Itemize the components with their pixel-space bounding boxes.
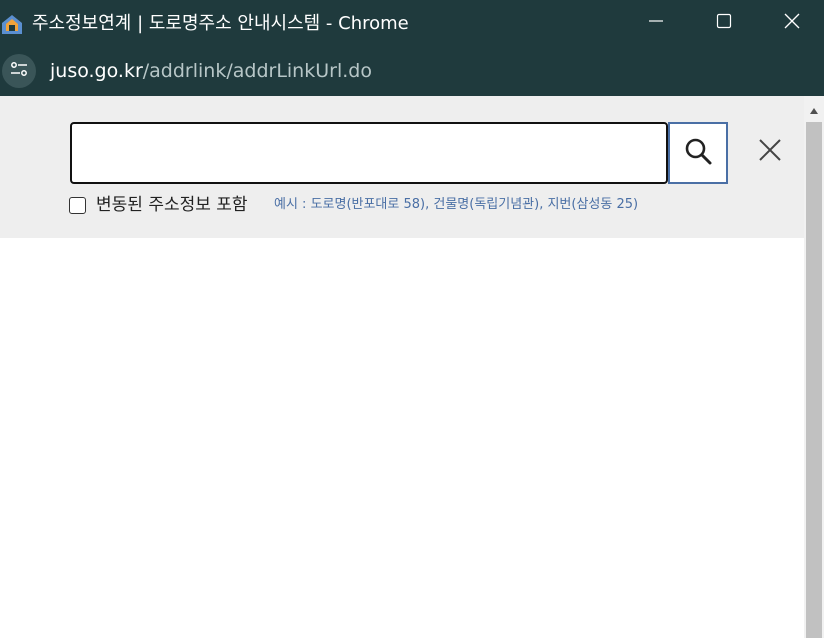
url-host: juso.go.kr xyxy=(50,60,143,82)
maximize-icon xyxy=(716,13,732,33)
close-search-button[interactable] xyxy=(752,134,788,170)
vertical-scrollbar[interactable] xyxy=(804,96,824,638)
include-changed-address-label[interactable]: 변동된 주소정보 포함 xyxy=(96,194,248,216)
search-panel: 변동된 주소정보 포함 예시 : 도로명(반포대로 58), 건물명(독립기념관… xyxy=(0,96,804,238)
close-icon xyxy=(783,12,801,34)
triangle-up-icon xyxy=(809,100,819,119)
url-display[interactable]: juso.go.kr/addrlink/addrLinkUrl.do xyxy=(50,59,372,83)
scrollbar-thumb[interactable] xyxy=(806,122,822,638)
include-changed-address-checkbox[interactable] xyxy=(69,197,86,214)
title-bar: 주소정보연계 | 도로명주소 안내시스템 - Chrome xyxy=(0,0,824,46)
minimize-icon xyxy=(648,13,664,33)
close-window-button[interactable] xyxy=(758,0,824,46)
search-button[interactable] xyxy=(668,122,728,184)
url-path: /addrlink/addrLinkUrl.do xyxy=(142,60,372,82)
page-content: 변동된 주소정보 포함 예시 : 도로명(반포대로 58), 건물명(독립기념관… xyxy=(0,96,824,638)
site-info-button[interactable] xyxy=(2,54,36,88)
search-icon xyxy=(683,136,713,170)
maximize-button[interactable] xyxy=(690,0,758,46)
search-example-hint: 예시 : 도로명(반포대로 58), 건물명(독립기념관), 지번(삼성동 25… xyxy=(274,197,639,212)
address-bar: juso.go.kr/addrlink/addrLinkUrl.do xyxy=(0,46,824,96)
close-icon xyxy=(758,138,782,166)
minimize-button[interactable] xyxy=(622,0,690,46)
scroll-up-button[interactable] xyxy=(804,102,824,116)
tune-icon xyxy=(9,59,29,83)
window-title: 주소정보연계 | 도로명주소 안내시스템 - Chrome xyxy=(32,13,409,34)
juso-house-icon xyxy=(0,12,24,36)
address-search-input[interactable] xyxy=(70,122,668,184)
